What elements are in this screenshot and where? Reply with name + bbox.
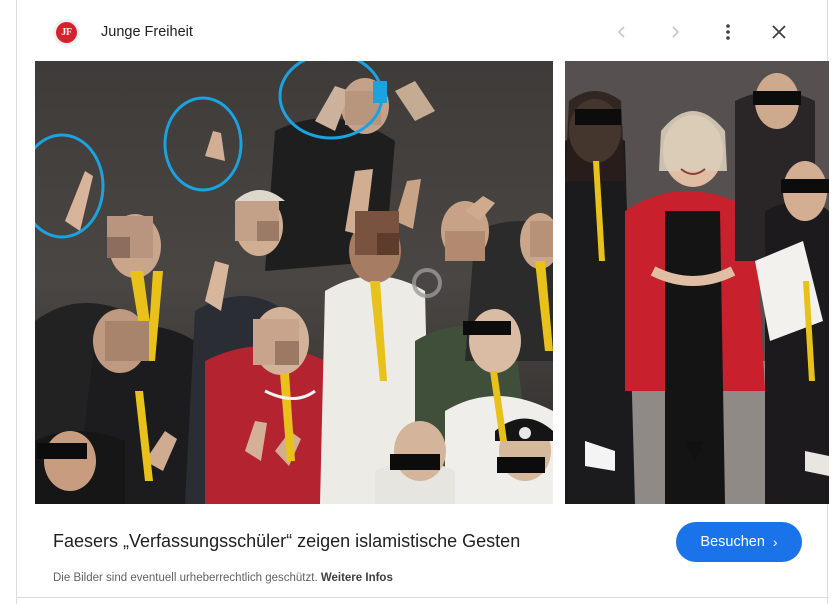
chevron-right-icon: › [772,534,778,550]
more-options-button[interactable] [713,17,743,47]
side-image[interactable] [565,61,829,504]
copyright-notice: Die Bilder sind eventuell urheberrechtli… [53,572,393,584]
previous-button[interactable] [607,17,637,47]
chevron-right-icon [672,26,680,38]
image-preview-panel: JF Junge Freiheit Faesers „Verfassungssc… [16,0,829,604]
next-button[interactable] [660,17,690,47]
visit-button-label: Besuchen [700,534,765,550]
copyright-notice-text: Die Bilder sind eventuell urheberrechtli… [53,572,318,584]
more-vert-icon [726,24,730,40]
crowd-photo-illustration [35,61,553,504]
visit-button[interactable]: Besuchen › [676,522,802,562]
image-caption-title[interactable]: Faesers „Verfassungsschüler“ zeigen isla… [53,531,520,552]
close-button[interactable] [764,17,794,47]
more-info-link[interactable]: Weitere Infos [321,572,393,584]
site-name[interactable]: Junge Freiheit [101,24,193,40]
main-image[interactable] [35,61,553,504]
chevron-left-icon [617,26,625,38]
site-logo[interactable]: JF [53,19,80,46]
site-logo-badge: JF [56,22,77,43]
close-icon [772,25,786,39]
side-photo-illustration [565,61,829,504]
preview-header: JF Junge Freiheit [17,0,827,62]
bottom-divider [16,597,828,598]
